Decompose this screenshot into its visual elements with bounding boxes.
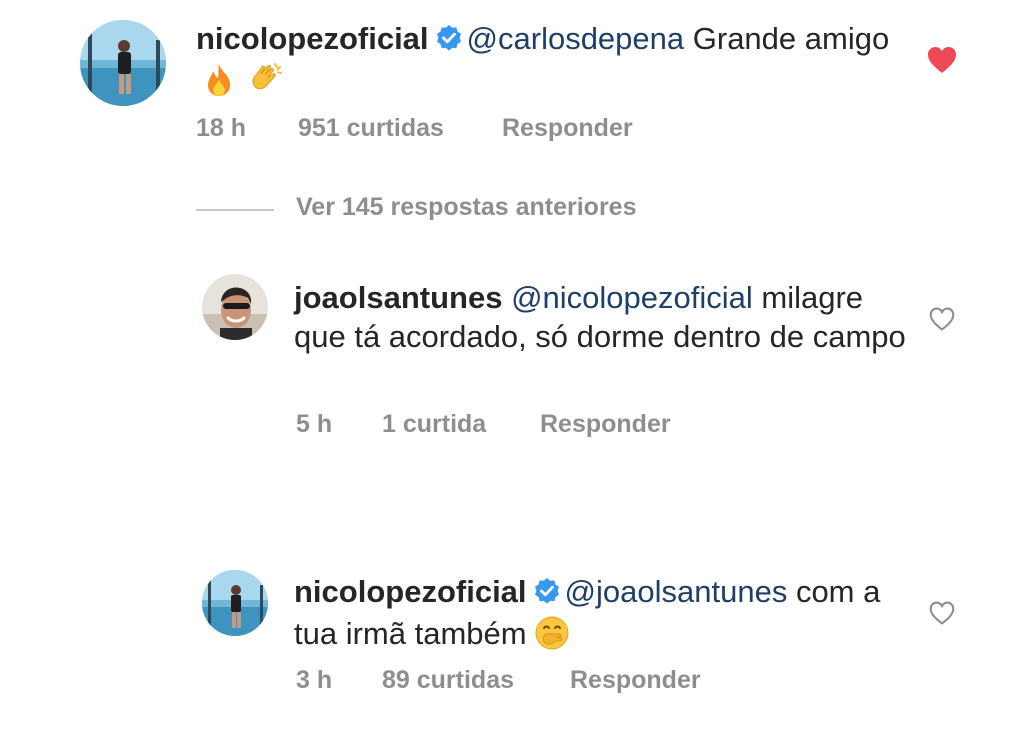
comment-mention[interactable]: @carlosdepena <box>467 21 685 56</box>
heart-filled-icon[interactable] <box>926 45 958 75</box>
verified-badge-icon <box>533 575 561 614</box>
fire-emoji-icon <box>204 63 234 106</box>
comment-time: 18 h <box>196 114 247 142</box>
comment-username[interactable]: joaolsantunes <box>294 280 502 315</box>
replies-divider <box>196 209 274 211</box>
heart-outline-icon[interactable] <box>928 306 956 332</box>
comment-likes[interactable]: 89 curtidas <box>382 666 514 695</box>
comment-meta: 5 h 1 curtida Responder <box>296 410 716 442</box>
avatar[interactable] <box>202 570 268 636</box>
comment-text: nicolopezoficial @joaolsantunes com a tua… <box>294 572 914 659</box>
avatar[interactable] <box>80 20 166 106</box>
avatar[interactable] <box>202 274 268 340</box>
comment-time: 3 h <box>296 666 333 694</box>
comment-meta: 3 h 89 curtidas Responder <box>296 666 736 698</box>
reply-button[interactable]: Responder <box>540 410 671 439</box>
comment-username[interactable]: nicolopezoficial <box>196 21 429 56</box>
hand-over-mouth-emoji-icon <box>535 616 569 659</box>
comment-mention[interactable]: @joaolsantunes <box>565 574 788 609</box>
comment-text: nicolopezoficial @carlosdepena Grande ami… <box>196 19 916 106</box>
comment-time: 5 h <box>296 410 333 438</box>
verified-badge-icon <box>435 22 463 61</box>
view-replies-label[interactable]: Ver 145 respostas anteriores <box>296 193 636 222</box>
comment-likes[interactable]: 951 curtidas <box>298 114 444 143</box>
comment-text: joaolsantunes @nicolopezoficial milagre … <box>294 278 914 356</box>
reply-button[interactable]: Responder <box>502 114 633 143</box>
heart-outline-icon[interactable] <box>928 600 956 626</box>
comment-mention[interactable]: @nicolopezoficial <box>511 280 753 315</box>
comment-meta: 18 h 951 curtidas Responder <box>196 114 696 146</box>
reply-button[interactable]: Responder <box>570 666 701 695</box>
comment-likes[interactable]: 1 curtida <box>382 410 486 439</box>
clapping-hands-emoji-icon <box>248 63 284 106</box>
comment-body: Grande amigo <box>684 21 890 56</box>
comment-username[interactable]: nicolopezoficial <box>294 574 527 609</box>
